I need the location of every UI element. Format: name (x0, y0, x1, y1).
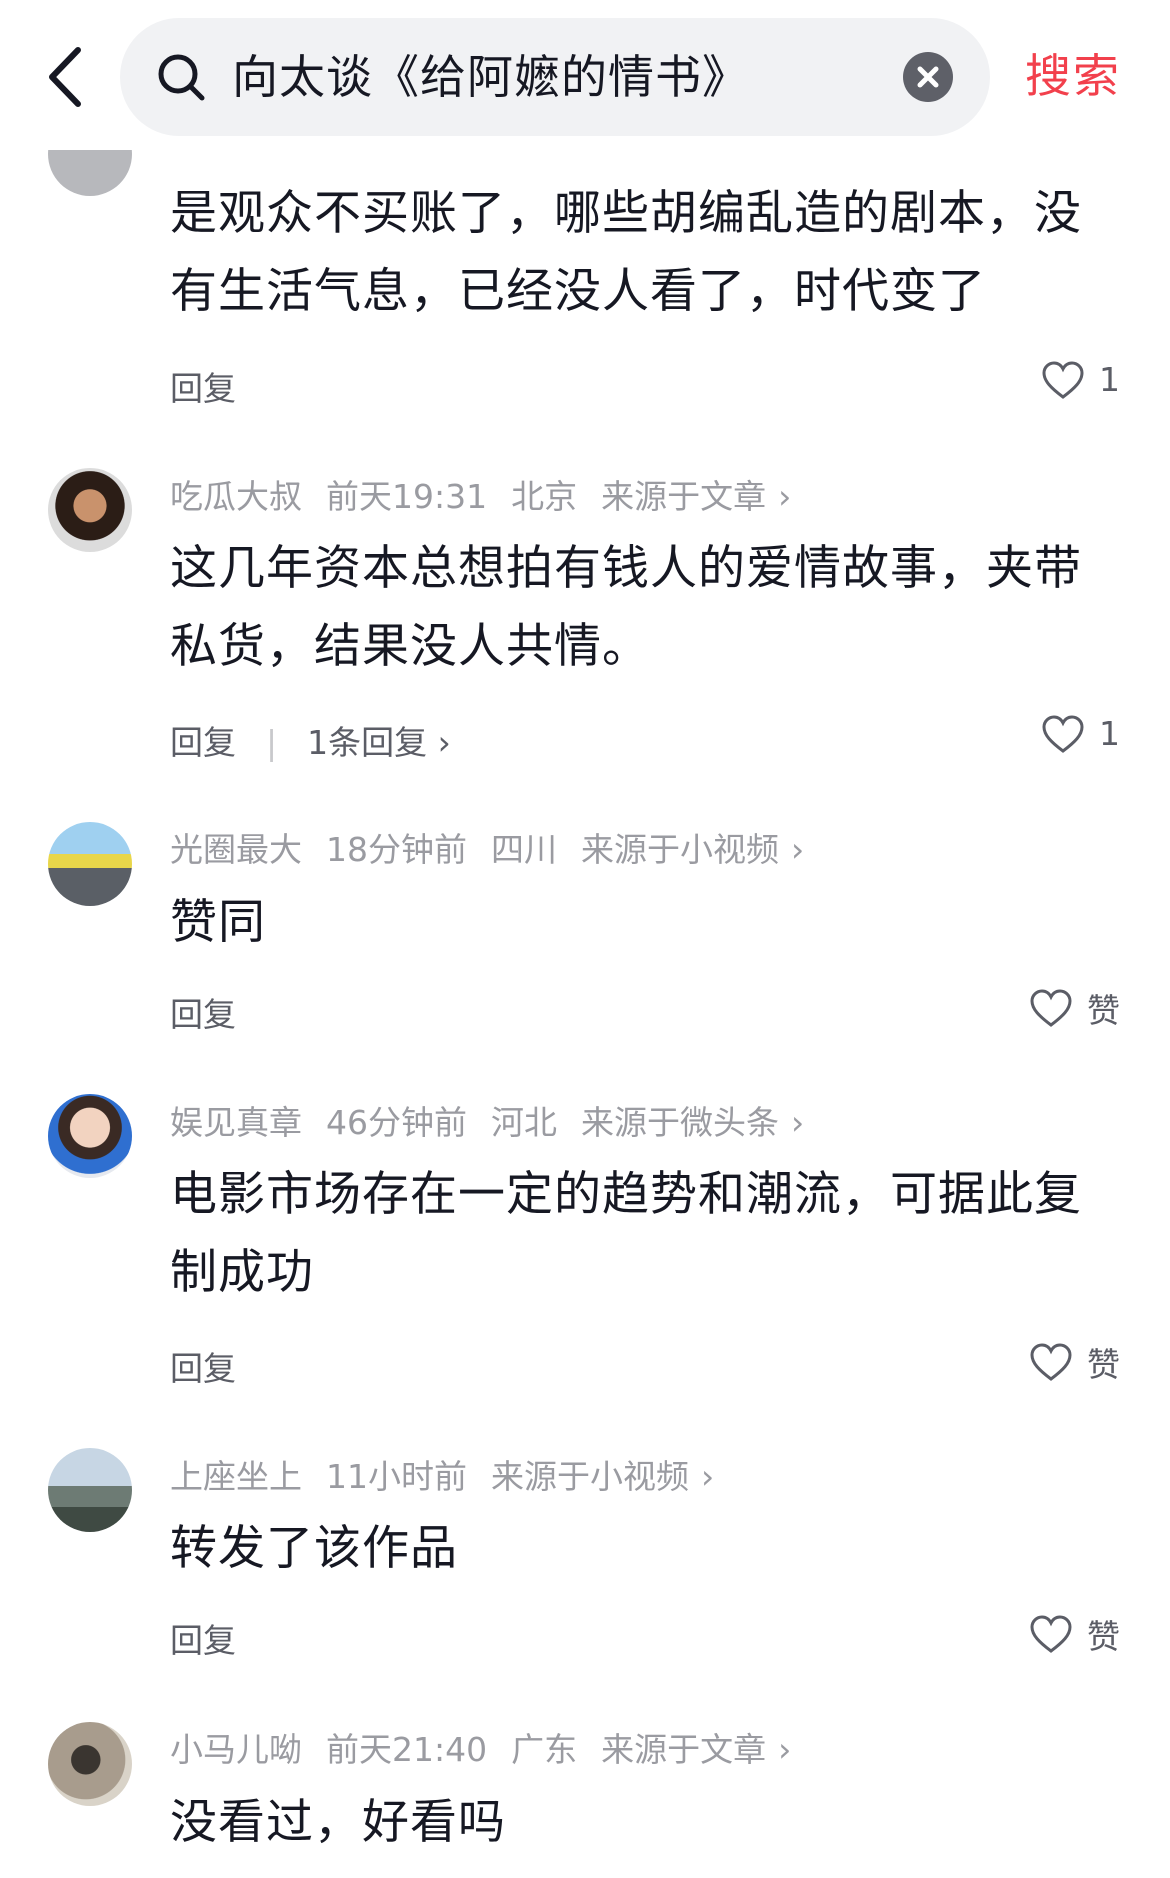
divider: | (266, 723, 278, 762)
like-label: 赞 (1087, 1345, 1120, 1384)
comment-location: 四川 (491, 830, 557, 869)
comment-meta: 上座坐上 11小时前 来源于小视频 › (170, 1450, 738, 1498)
view-replies-link[interactable]: 1条回复 (307, 723, 427, 762)
search-input[interactable]: 向太谈《给阿嬷的情书》 (120, 18, 990, 136)
avatar[interactable] (48, 1094, 132, 1178)
reply-button[interactable]: 回复 (170, 1621, 236, 1660)
comment-content: 没看过，好看吗 (170, 1795, 506, 1850)
comment-source-link[interactable]: 来源于小视频 (491, 1457, 689, 1496)
like-button[interactable]: 1 (1041, 712, 1120, 754)
comment-content: 电影市场存在一定的趋势和潮流，可据此复制成功 (170, 1167, 1082, 1300)
comment-actions: 回复 (170, 988, 236, 1036)
reply-button[interactable]: 回复 (170, 723, 236, 762)
comment-location: 广东 (511, 1730, 578, 1769)
username[interactable]: 娱见真章 (170, 1103, 302, 1142)
chevron-right-icon: › (701, 1457, 715, 1496)
comment-time: 前天21:40 (326, 1730, 488, 1769)
avatar[interactable] (48, 1722, 132, 1806)
comment-source-link[interactable]: 来源于文章 (601, 477, 766, 516)
comment-time: 46分钟前 (326, 1103, 467, 1142)
like-count: 1 (1099, 360, 1120, 399)
comment-meta: 小马儿呦 前天21:40 广东 来源于文章 › (170, 1723, 815, 1771)
comment-content: 赞同 (170, 895, 266, 950)
chevron-right-icon: › (427, 723, 451, 762)
like-button[interactable]: 赞 (1029, 984, 1120, 1032)
heart-outline-icon (1042, 714, 1084, 753)
avatar[interactable] (48, 1448, 132, 1532)
chevron-right-icon: › (778, 1730, 792, 1769)
like-button[interactable]: 1 (1041, 358, 1120, 400)
like-button[interactable]: 赞 (1029, 1338, 1120, 1386)
avatar[interactable] (48, 468, 132, 552)
back-button[interactable] (40, 42, 92, 112)
username[interactable]: 上座坐上 (170, 1457, 302, 1496)
like-count: 1 (1099, 714, 1120, 753)
chevron-left-icon (49, 47, 81, 107)
comment-time: 18分钟前 (326, 830, 467, 869)
chevron-right-icon: › (791, 830, 805, 869)
close-icon (917, 66, 939, 88)
heart-outline-icon (1042, 360, 1084, 399)
comment-content: 是观众不买账了，哪些胡编乱造的剧本，没有生活气息，已经没人看了，时代变了 (170, 186, 1082, 319)
search-icon (158, 54, 205, 101)
comment-actions: 回复 (170, 1342, 236, 1390)
heart-outline-icon (1030, 1615, 1072, 1653)
comment-time: 前天19:31 (326, 477, 488, 516)
comment-source-link[interactable]: 来源于文章 (601, 1730, 766, 1769)
heart-outline-icon (1030, 1343, 1072, 1381)
reply-button[interactable]: 回复 (170, 1349, 236, 1388)
comment-time: 11小时前 (326, 1457, 467, 1496)
comment-content: 转发了该作品 (170, 1521, 458, 1576)
comment-actions: 回复 (170, 362, 236, 410)
like-button[interactable]: 赞 (1029, 1610, 1120, 1658)
comment-actions: 回复 (170, 1614, 236, 1662)
avatar[interactable] (48, 822, 132, 906)
search-button[interactable]: 搜索 (1025, 40, 1121, 106)
username[interactable]: 吃瓜大叔 (170, 477, 302, 516)
chevron-right-icon: › (791, 1103, 805, 1142)
like-label: 赞 (1087, 1617, 1120, 1656)
comment-source-link[interactable]: 来源于微头条 (581, 1103, 779, 1142)
search-header: 向太谈《给阿嬷的情书》 搜索 (0, 0, 1170, 150)
comment-location: 河北 (491, 1103, 557, 1142)
comment-source-link[interactable]: 来源于小视频 (581, 830, 779, 869)
username[interactable]: 光圈最大 (170, 830, 302, 869)
reply-button[interactable]: 回复 (170, 369, 236, 408)
comment-actions: 回复 | 1条回复 › (170, 716, 451, 764)
username[interactable]: 小马儿呦 (170, 1730, 302, 1769)
comment-content: 这几年资本总想拍有钱人的爱情故事，夹带私货，结果没人共情。 (170, 541, 1082, 674)
clear-search-button[interactable] (903, 52, 953, 102)
chevron-right-icon: › (778, 477, 792, 516)
heart-outline-icon (1030, 989, 1072, 1027)
comment-location: 北京 (511, 477, 578, 516)
search-query-text: 向太谈《给阿嬷的情书》 (232, 50, 749, 104)
comment-meta: 娱见真章 46分钟前 河北 来源于微头条 › (170, 1096, 828, 1144)
reply-button[interactable]: 回复 (170, 995, 236, 1034)
comment-meta: 吃瓜大叔 前天19:31 北京 来源于文章 › (170, 470, 815, 518)
comment-meta: 光圈最大 18分钟前 四川 来源于小视频 › (170, 823, 828, 871)
like-label: 赞 (1087, 991, 1120, 1030)
